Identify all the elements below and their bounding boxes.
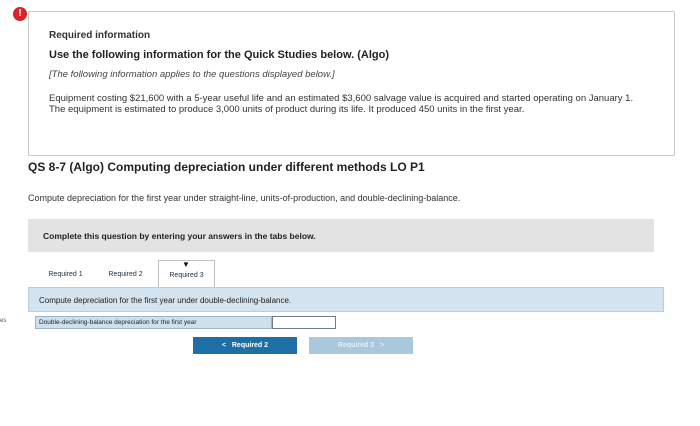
chevron-left-icon: < (221, 342, 227, 349)
answer-label: Double-declining-balance depreciation fo… (35, 316, 272, 329)
edge-mark: es (0, 318, 7, 324)
info-note: [The following information applies to th… (49, 69, 335, 80)
question-prompt: Compute depreciation for the first year … (28, 193, 461, 203)
prev-button-label: Required 2 (231, 342, 269, 349)
page: es ! Required information Use the follow… (0, 0, 700, 426)
info-title: Required information (49, 30, 151, 41)
cursor-icon: ▼ (182, 260, 190, 269)
ddb-depreciation-input[interactable] (272, 316, 336, 329)
required-info-box: Required information Use the following i… (28, 11, 675, 156)
instruction-bar: Complete this question by entering your … (28, 219, 654, 252)
chevron-right-icon: > (379, 342, 385, 349)
prev-required-button[interactable]: < Required 2 (193, 337, 297, 354)
question-title: QS 8-7 (Algo) Computing depreciation und… (28, 160, 425, 174)
info-heading: Use the following information for the Qu… (49, 49, 389, 61)
next-button-label: Required 3 (337, 342, 375, 349)
tab-required-2[interactable]: Required 2 (97, 260, 154, 288)
alert-icon: ! (13, 7, 27, 21)
tab-panel-text: Compute depreciation for the first year … (39, 296, 292, 305)
info-body: Equipment costing $21,600 with a 5-year … (49, 93, 634, 115)
tab-required-1[interactable]: Required 1 (37, 260, 94, 288)
tab-panel: Compute depreciation for the first year … (28, 287, 664, 312)
next-required-button[interactable]: Required 3 > (309, 337, 413, 354)
instruction-text: Complete this question by entering your … (43, 231, 316, 241)
